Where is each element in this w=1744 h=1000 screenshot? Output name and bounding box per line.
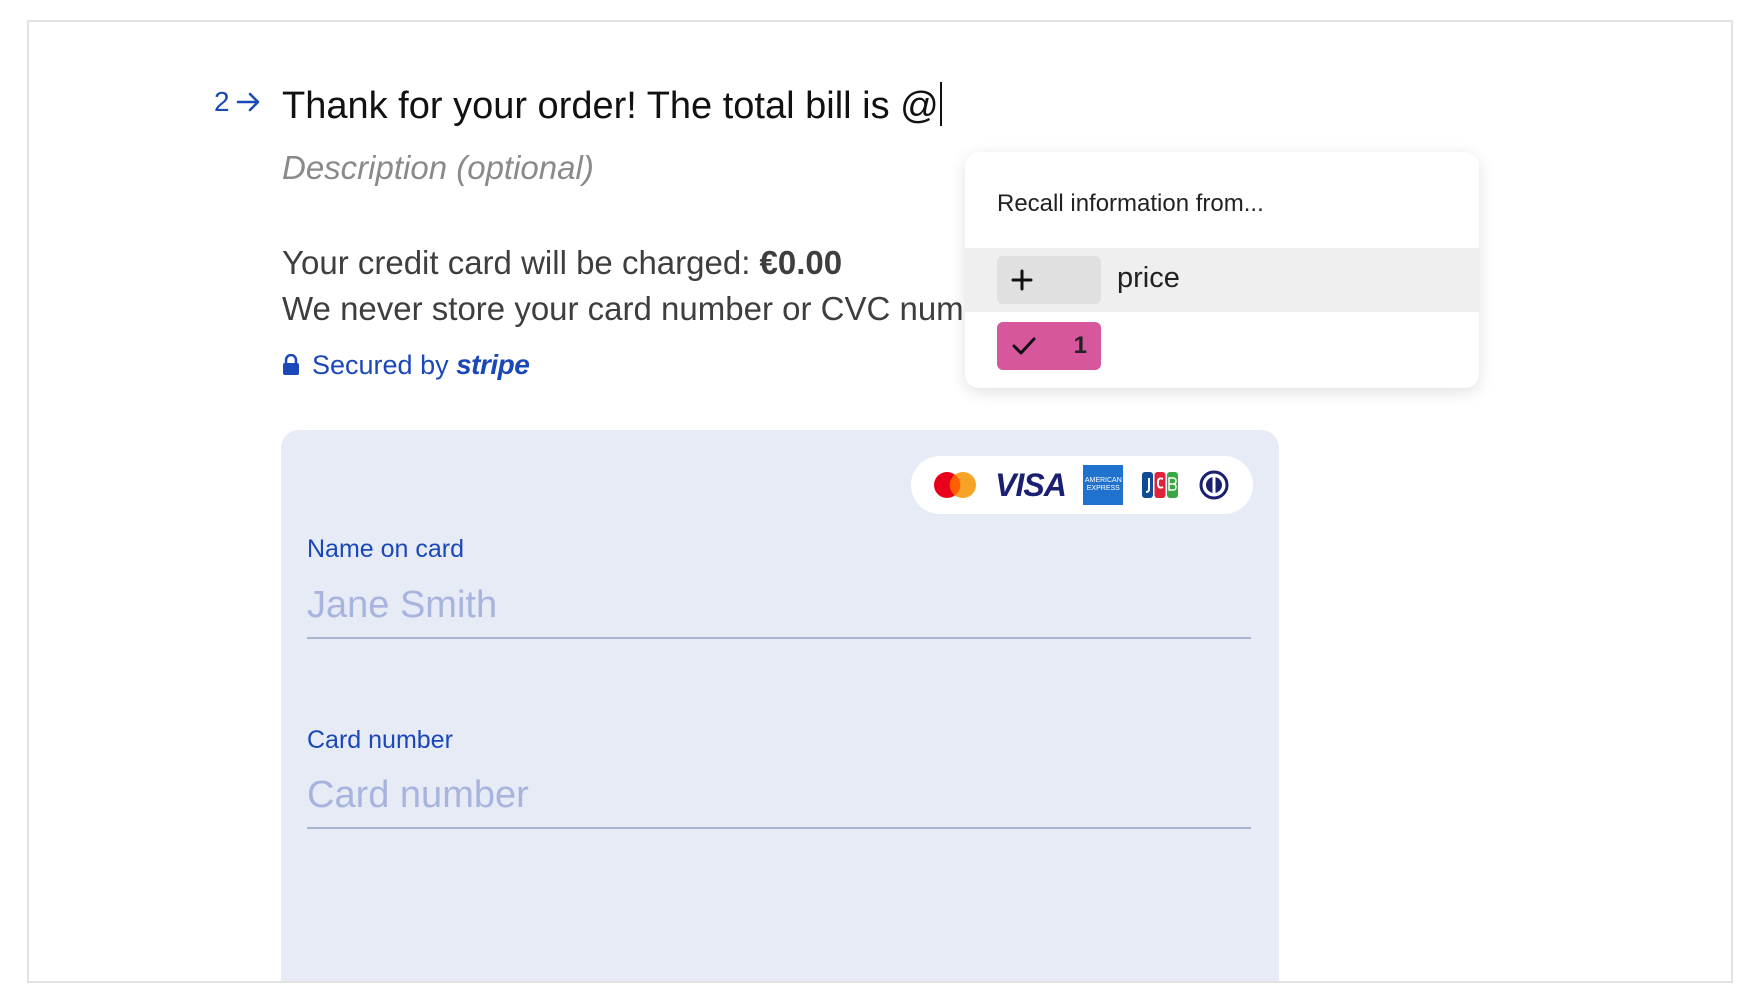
form-builder-canvas: 2 Thank for your order! The total bill i… (27, 20, 1733, 983)
popup-title: Recall information from... (997, 190, 1264, 217)
name-on-card-label: Name on card (307, 535, 465, 563)
check-icon (1012, 337, 1036, 355)
recall-information-popup: Recall information from... price 1 (965, 152, 1479, 388)
lock-icon (283, 354, 299, 375)
name-on-card-input[interactable] (307, 578, 1251, 639)
question-title-input[interactable]: Thank for your order! The total bill is … (282, 82, 942, 128)
diners-icon (1196, 470, 1232, 500)
amex-icon: AMERICAN EXPRESS (1083, 465, 1124, 505)
charge-prefix: Your credit card will be charged: (282, 244, 760, 281)
arrow-right-icon (236, 92, 259, 112)
card-number-input[interactable] (307, 768, 1251, 829)
charge-amount: €0.00 (759, 244, 843, 281)
visa-icon: VISA (995, 466, 1067, 503)
question-number-text: 2 (214, 86, 230, 117)
store-note: We never store your card number or CVC n… (282, 290, 962, 327)
secured-by-label: Secured by (312, 350, 449, 380)
plus-badge (997, 256, 1101, 304)
mastercard-icon (932, 470, 978, 500)
recall-item-price[interactable]: price (965, 248, 1479, 312)
jcb-icon (1141, 470, 1179, 500)
charge-text: Your credit card will be charged: €0.00 (282, 244, 842, 282)
question-title-text: Thank for your order! The total bill is … (282, 85, 939, 127)
card-brands: VISA AMERICAN EXPRESS (911, 456, 1253, 514)
recall-item-label: price (1117, 262, 1180, 294)
card-number-label: Card number (307, 726, 453, 754)
answer-number: 1 (1073, 332, 1087, 359)
stripe-logo: stripe (456, 349, 530, 380)
text-cursor (939, 82, 942, 126)
card-payment-panel: VISA AMERICAN EXPRESS Name on card Jane … (281, 430, 1279, 981)
secured-by-stripe: Secured by stripe (282, 349, 530, 381)
question-number: 2 (214, 86, 262, 118)
description-input[interactable]: Description (optional) (282, 149, 594, 187)
plus-icon (1011, 269, 1033, 291)
recall-item-answer[interactable]: 1 (997, 322, 1101, 370)
